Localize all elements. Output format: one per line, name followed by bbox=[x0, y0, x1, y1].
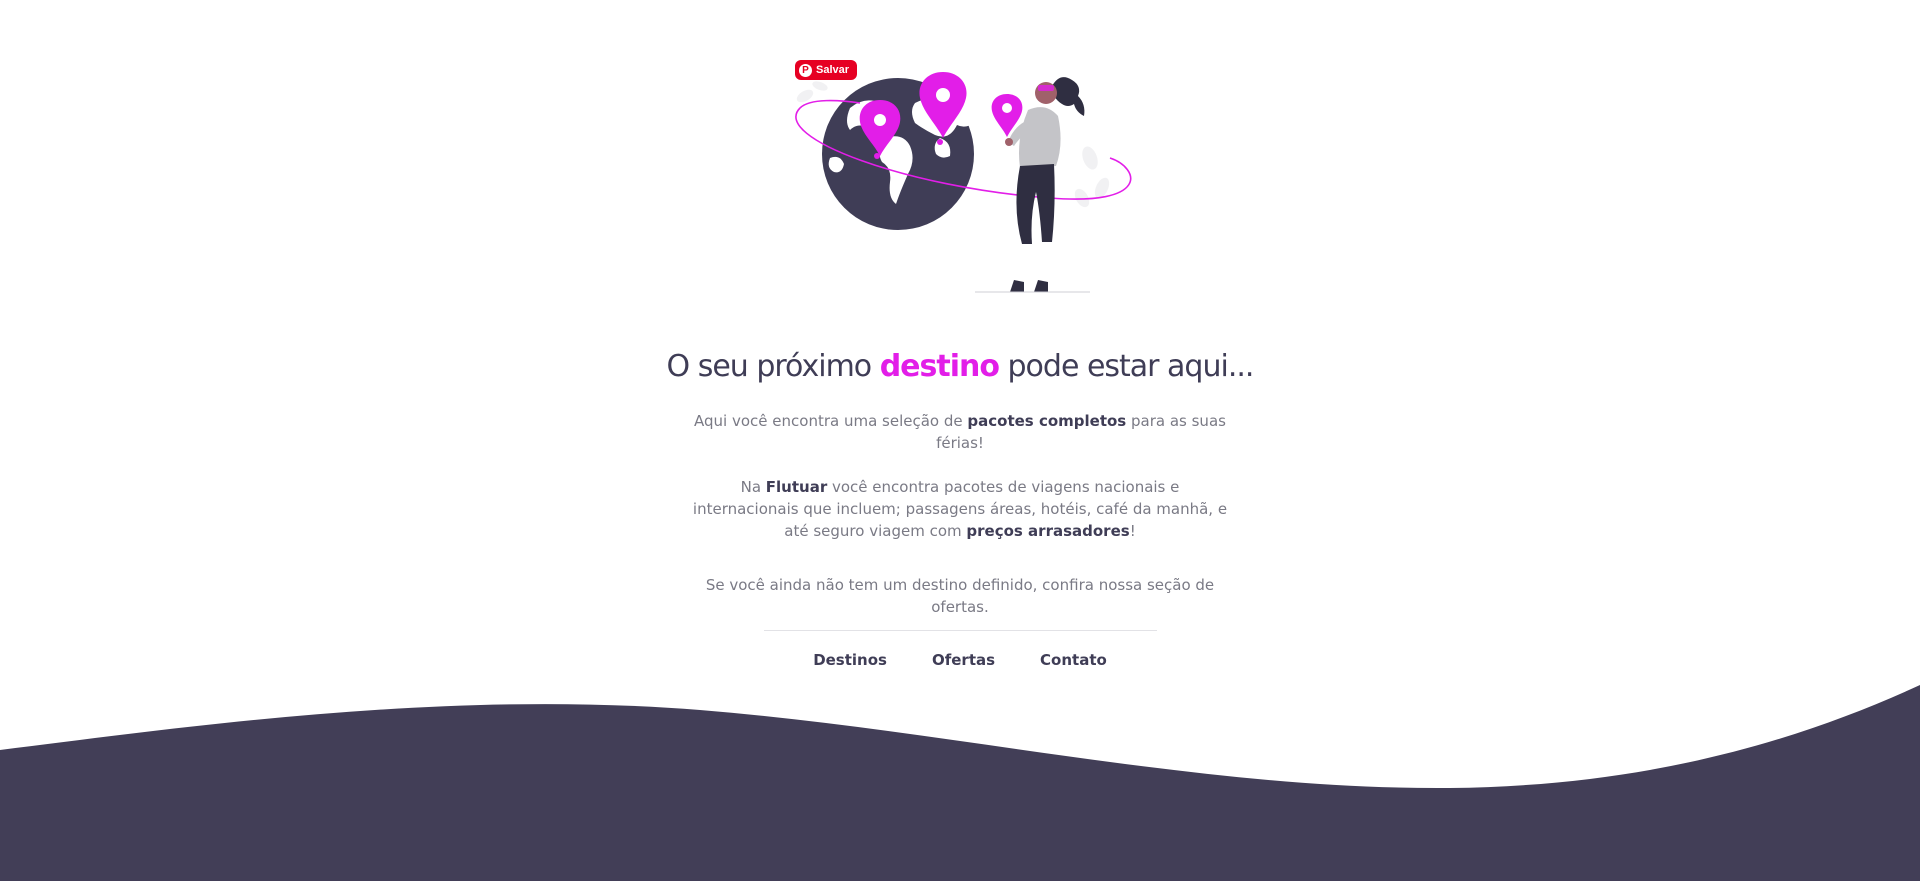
intro-text-start: Aqui você encontra uma seleção de bbox=[694, 412, 968, 430]
intro-highlight: pacotes completos bbox=[967, 412, 1127, 430]
headline-suffix: pode estar aqui... bbox=[998, 349, 1255, 384]
details-highlight: preços arrasadores bbox=[966, 522, 1130, 540]
page: P Salvar O seu próximo destino pode esta… bbox=[0, 0, 1920, 881]
footer-link-ofertas[interactable]: Ofertas bbox=[932, 648, 995, 672]
hero-illustration bbox=[795, 72, 1132, 293]
pinterest-save-button[interactable]: P Salvar bbox=[795, 60, 858, 80]
footer-link-contato[interactable]: Contato bbox=[1040, 648, 1107, 672]
intro-section: O seu próximo destino pode estar aqui...… bbox=[0, 342, 1920, 618]
footer-link-destinos[interactable]: Destinos bbox=[813, 648, 887, 672]
brand-name: Flutuar bbox=[765, 478, 828, 496]
offer-note: Se você ainda não tem um destino definid… bbox=[705, 576, 1215, 616]
details-text-start: Na bbox=[740, 478, 766, 496]
pinterest-save-label: Salvar bbox=[816, 64, 850, 76]
pinterest-icon: P bbox=[799, 63, 812, 77]
details-paragraph: Na Flutuar você encontra pacotes de viag… bbox=[690, 476, 1230, 542]
details-text-end: ! bbox=[1129, 522, 1136, 540]
footer-nav: Destinos Ofertas Contato bbox=[0, 648, 1920, 672]
footer-divider bbox=[764, 630, 1157, 631]
footer-wave bbox=[0, 685, 1920, 881]
page-headline: O seu próximo destino pode estar aqui... bbox=[0, 342, 1920, 392]
intro-paragraph: Aqui você encontra uma seleção de pacote… bbox=[690, 410, 1230, 454]
headline-prefix: O seu próximo bbox=[666, 349, 880, 384]
headline-accent: destino bbox=[879, 349, 1000, 384]
